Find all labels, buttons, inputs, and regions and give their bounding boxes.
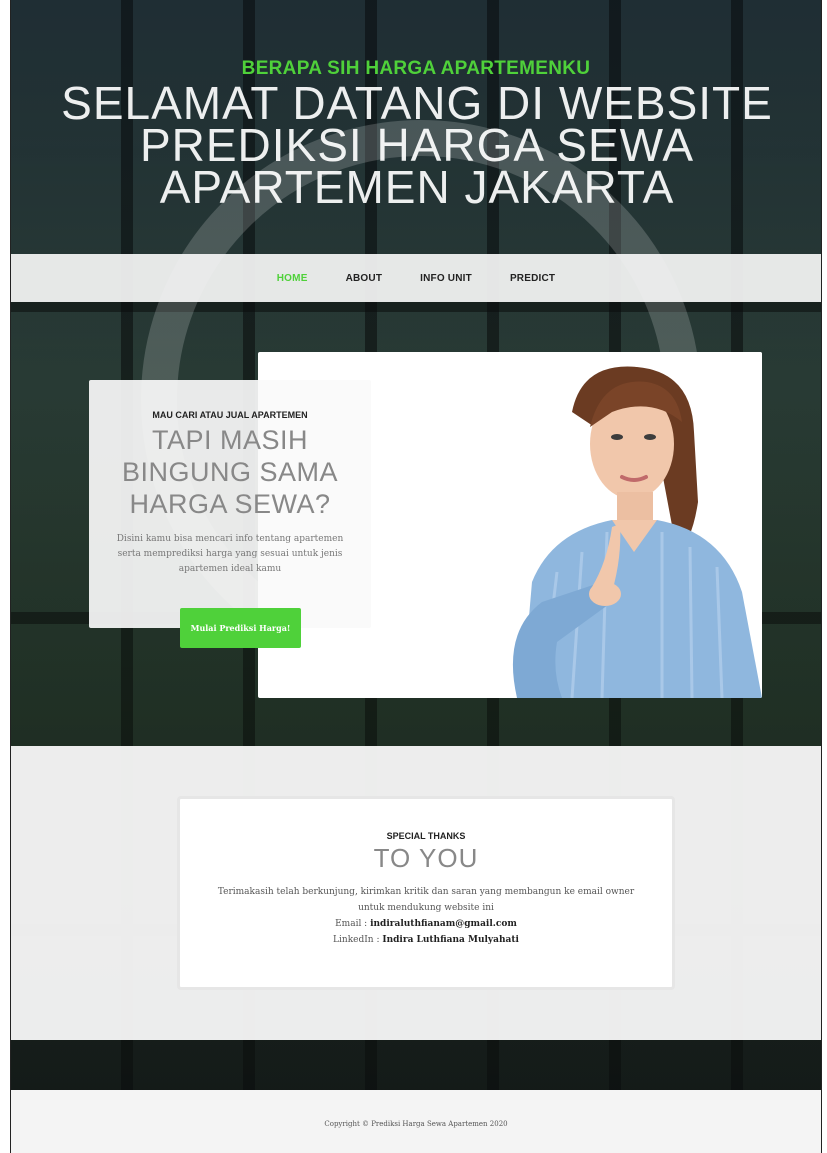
email-line: Email : indiraluthfianam@gmail.com [210, 916, 642, 932]
feature-text-card: MAU CARI ATAU JUAL APARTEMEN TAPI MASIH … [89, 380, 371, 628]
owner-linkedin[interactable]: Indira Luthfiana Mulyahati [382, 935, 519, 945]
feature-kicker: MAU CARI ATAU JUAL APARTEMEN [152, 410, 308, 420]
thanks-body: Terimakasih telah berkunjung, kirimkan k… [210, 884, 642, 948]
thinking-woman-image [462, 352, 762, 698]
nav-info-unit[interactable]: INFO UNIT [420, 273, 472, 284]
thanks-message: Terimakasih telah berkunjung, kirimkan k… [217, 887, 635, 913]
nav-about[interactable]: ABOUT [346, 273, 383, 284]
thanks-kicker: SPECIAL THANKS [386, 831, 466, 841]
owner-email[interactable]: indiraluthfianam@gmail.com [370, 919, 517, 929]
nav-predict[interactable]: PREDICT [510, 273, 555, 284]
linkedin-line: LinkedIn : Indira Luthfiana Mulyahati [210, 932, 642, 948]
start-prediction-button[interactable]: Mulai Prediksi Harga! [180, 608, 301, 648]
main-nav: HOME ABOUT INFO UNIT PREDICT [11, 254, 821, 302]
thanks-title: TO YOU [373, 843, 479, 873]
email-label: Email : [335, 919, 371, 929]
copyright-text: Copyright © Prediksi Harga Sewa Aparteme… [324, 1120, 508, 1128]
hero-title: SELAMAT DATANG DI WEBSITE PREDIKSI HARGA… [61, 77, 773, 213]
thanks-card: SPECIAL THANKS TO YOU Terimakasih telah … [177, 796, 675, 990]
thanks-section: SPECIAL THANKS TO YOU Terimakasih telah … [11, 746, 821, 1040]
page-frame: BERAPA SIH HARGA APARTEMENKU SELAMAT DAT… [10, 0, 822, 1153]
feature-body: Disini kamu bisa mencari info tentang ap… [116, 534, 344, 574]
nav-home[interactable]: HOME [277, 273, 308, 284]
footer: Copyright © Prediksi Harga Sewa Aparteme… [11, 1090, 821, 1153]
linkedin-label: LinkedIn : [333, 935, 383, 945]
feature-title: TAPI MASIH BINGUNG SAMA HARGA SEWA? [121, 425, 339, 519]
